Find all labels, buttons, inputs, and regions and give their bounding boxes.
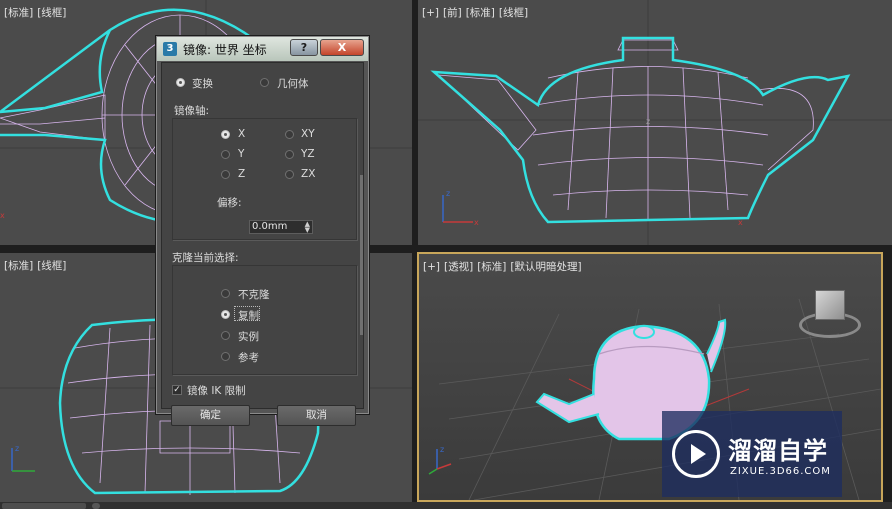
- teapot-wireframe-front: z z x x: [418, 0, 892, 245]
- radio-no-clone-label[interactable]: 不克隆: [238, 287, 270, 302]
- offset-label: 偏移:: [217, 197, 242, 209]
- ok-button[interactable]: 确定: [171, 405, 250, 426]
- viewport-label-front[interactable]: [+] [前] [标准] [线框]: [422, 5, 532, 20]
- app-icon: 3: [163, 42, 177, 56]
- radio-geometry[interactable]: [260, 78, 269, 87]
- viewport-label-item[interactable]: [前]: [443, 7, 462, 19]
- watermark-url: ZIXUE.3D66.COM: [730, 466, 831, 477]
- close-button[interactable]: X: [320, 39, 364, 56]
- clone-group: 不克隆 复制 实例 参考: [172, 265, 357, 375]
- viewport-label-item[interactable]: [+]: [422, 7, 439, 19]
- time-slider-strip: [0, 502, 892, 509]
- radio-axis-y[interactable]: [221, 150, 230, 159]
- viewport-label-item[interactable]: [标准]: [477, 261, 506, 273]
- svg-text:x: x: [0, 211, 5, 220]
- dialog-body: 变换 几何体 镜像轴: X Y Z XY YZ ZX 偏移: 0.0mm ▲ ▼ …: [161, 62, 364, 426]
- offset-value[interactable]: 0.0mm: [252, 221, 287, 232]
- help-button[interactable]: ?: [290, 39, 318, 56]
- radio-copy[interactable]: [221, 310, 230, 319]
- radio-axis-x-label[interactable]: X: [238, 128, 245, 140]
- radio-axis-zx-label[interactable]: ZX: [301, 168, 315, 180]
- dialog-titlebar[interactable]: 3 镜像: 世界 坐标 ? X: [157, 37, 368, 61]
- time-slider-arrow[interactable]: [92, 503, 100, 509]
- radio-axis-xy-label[interactable]: XY: [301, 128, 315, 140]
- cancel-button[interactable]: 取消: [277, 405, 356, 426]
- radio-transform[interactable]: [176, 78, 185, 87]
- watermark-title: 溜溜自学: [728, 437, 828, 465]
- radio-copy-label[interactable]: 复制: [238, 308, 259, 323]
- svg-text:z: z: [15, 444, 19, 453]
- viewport-label-top[interactable]: [标准] [线框]: [4, 5, 70, 20]
- svg-text:x: x: [738, 218, 743, 227]
- svg-text:x: x: [474, 218, 479, 227]
- svg-text:z: z: [440, 445, 444, 454]
- clone-title: 克隆当前选择:: [172, 252, 239, 264]
- ik-limits-label[interactable]: 镜像 IK 限制: [187, 383, 246, 398]
- viewport-label-item[interactable]: [默认明暗处理]: [510, 261, 581, 273]
- radio-reference-label[interactable]: 参考: [238, 350, 259, 365]
- play-icon: [672, 430, 720, 478]
- radio-axis-z-label[interactable]: Z: [238, 168, 245, 180]
- viewcube-icon[interactable]: [799, 284, 861, 346]
- radio-axis-yz[interactable]: [285, 150, 294, 159]
- spinner-arrows-icon[interactable]: ▲ ▼: [305, 221, 310, 234]
- radio-axis-z[interactable]: [221, 170, 230, 179]
- viewport-label-item[interactable]: [线框]: [37, 7, 66, 19]
- radio-axis-xy[interactable]: [285, 130, 294, 139]
- radio-instance-label[interactable]: 实例: [238, 329, 259, 344]
- watermark-logo: 溜溜自学 ZIXUE.3D66.COM: [662, 411, 842, 497]
- ik-limits-checkbox[interactable]: ✓: [172, 385, 182, 395]
- svg-text:z: z: [646, 117, 650, 126]
- mirror-axis-title: 镜像轴:: [174, 105, 210, 117]
- viewport-label-perspective[interactable]: [+] [透视] [标准] [默认明暗处理]: [423, 259, 586, 274]
- mirror-dialog: 3 镜像: 世界 坐标 ? X 变换 几何体 镜像轴: X Y Z XY YZ …: [155, 35, 370, 426]
- viewport-label-item[interactable]: [线框]: [499, 7, 528, 19]
- radio-geometry-label[interactable]: 几何体: [277, 76, 309, 91]
- offset-spinner[interactable]: 0.0mm ▲ ▼: [249, 220, 313, 234]
- svg-text:z: z: [446, 189, 450, 198]
- radio-reference[interactable]: [221, 352, 230, 361]
- radio-axis-yz-label[interactable]: YZ: [301, 148, 315, 160]
- viewport-label-item[interactable]: [标准]: [4, 7, 33, 19]
- dialog-title: 镜像: 世界 坐标: [183, 43, 267, 57]
- viewport-front[interactable]: z z x x [+] [前] [标准] [线框]: [418, 0, 892, 245]
- dialog-edge: [360, 175, 363, 335]
- radio-no-clone[interactable]: [221, 289, 230, 298]
- viewport-label-item[interactable]: [线框]: [37, 260, 66, 272]
- viewport-label-item[interactable]: [透视]: [444, 261, 473, 273]
- radio-axis-zx[interactable]: [285, 170, 294, 179]
- viewport-label-item[interactable]: [+]: [423, 261, 440, 273]
- time-slider-field[interactable]: [2, 503, 86, 509]
- radio-axis-x[interactable]: [221, 130, 230, 139]
- radio-axis-y-label[interactable]: Y: [238, 148, 244, 160]
- viewport-label-item[interactable]: [标准]: [466, 7, 495, 19]
- viewport-label-item[interactable]: [标准]: [4, 260, 33, 272]
- radio-instance[interactable]: [221, 331, 230, 340]
- viewport-label-left[interactable]: [标准] [线框]: [4, 258, 70, 273]
- radio-transform-label[interactable]: 变换: [192, 76, 213, 91]
